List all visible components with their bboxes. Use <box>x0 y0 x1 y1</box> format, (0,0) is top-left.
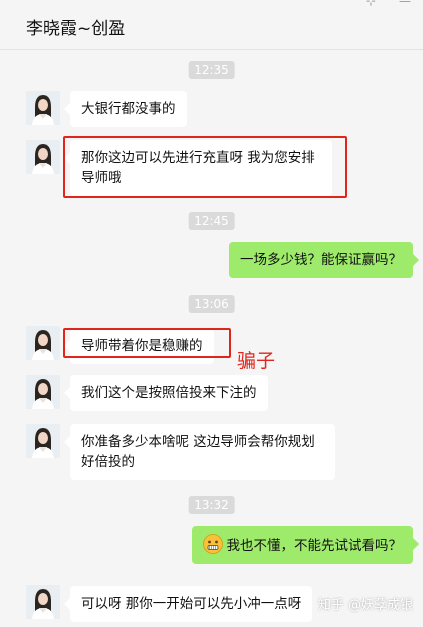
chat-title: 李晓霞~创盈 <box>26 19 126 39</box>
avatar[interactable] <box>26 140 60 174</box>
avatar[interactable] <box>26 91 60 125</box>
avatar[interactable] <box>26 375 60 409</box>
message-bubble-outgoing[interactable]: 我也不懂，不能先试试看吗？ <box>191 526 419 564</box>
minimize-icon[interactable]: — <box>399 0 411 8</box>
timestamp: 13:06 <box>188 295 235 313</box>
timestamp: 13:32 <box>188 496 235 514</box>
grimace-emoji-icon <box>202 534 223 554</box>
highlight-box <box>63 328 231 358</box>
avatar[interactable] <box>26 585 60 619</box>
highlight-box <box>63 136 347 198</box>
annotation-label: 骗子 <box>237 350 276 372</box>
avatar[interactable] <box>26 326 60 360</box>
message-bubble-incoming[interactable]: 我们这个是按照倍投来下注的 <box>64 375 268 411</box>
message-bubble-outgoing[interactable]: 一场多少钱？能保证赢吗？ <box>229 242 419 278</box>
message-bubble-incoming[interactable]: 可以呀 那你一开始可以先小冲一点呀 <box>63 586 313 622</box>
avatar[interactable] <box>26 424 60 458</box>
timestamp: 12:45 <box>188 212 235 230</box>
message-bubble-incoming[interactable]: 大银行都没事的 <box>64 91 187 127</box>
pin-icon[interactable]: ⊹ <box>366 0 376 8</box>
message-bubble-incoming[interactable]: 你准备多少本啥呢 这边导师会帮你规划好倍投的 <box>64 424 335 480</box>
watermark: 知乎 @妖孽成银 <box>317 598 413 613</box>
message-text: 我也不懂，不能先试试看吗？ <box>226 538 403 554</box>
chat-header: 李晓霞~创盈 ⊹ — <box>0 0 423 50</box>
timestamp: 12:35 <box>188 61 235 79</box>
